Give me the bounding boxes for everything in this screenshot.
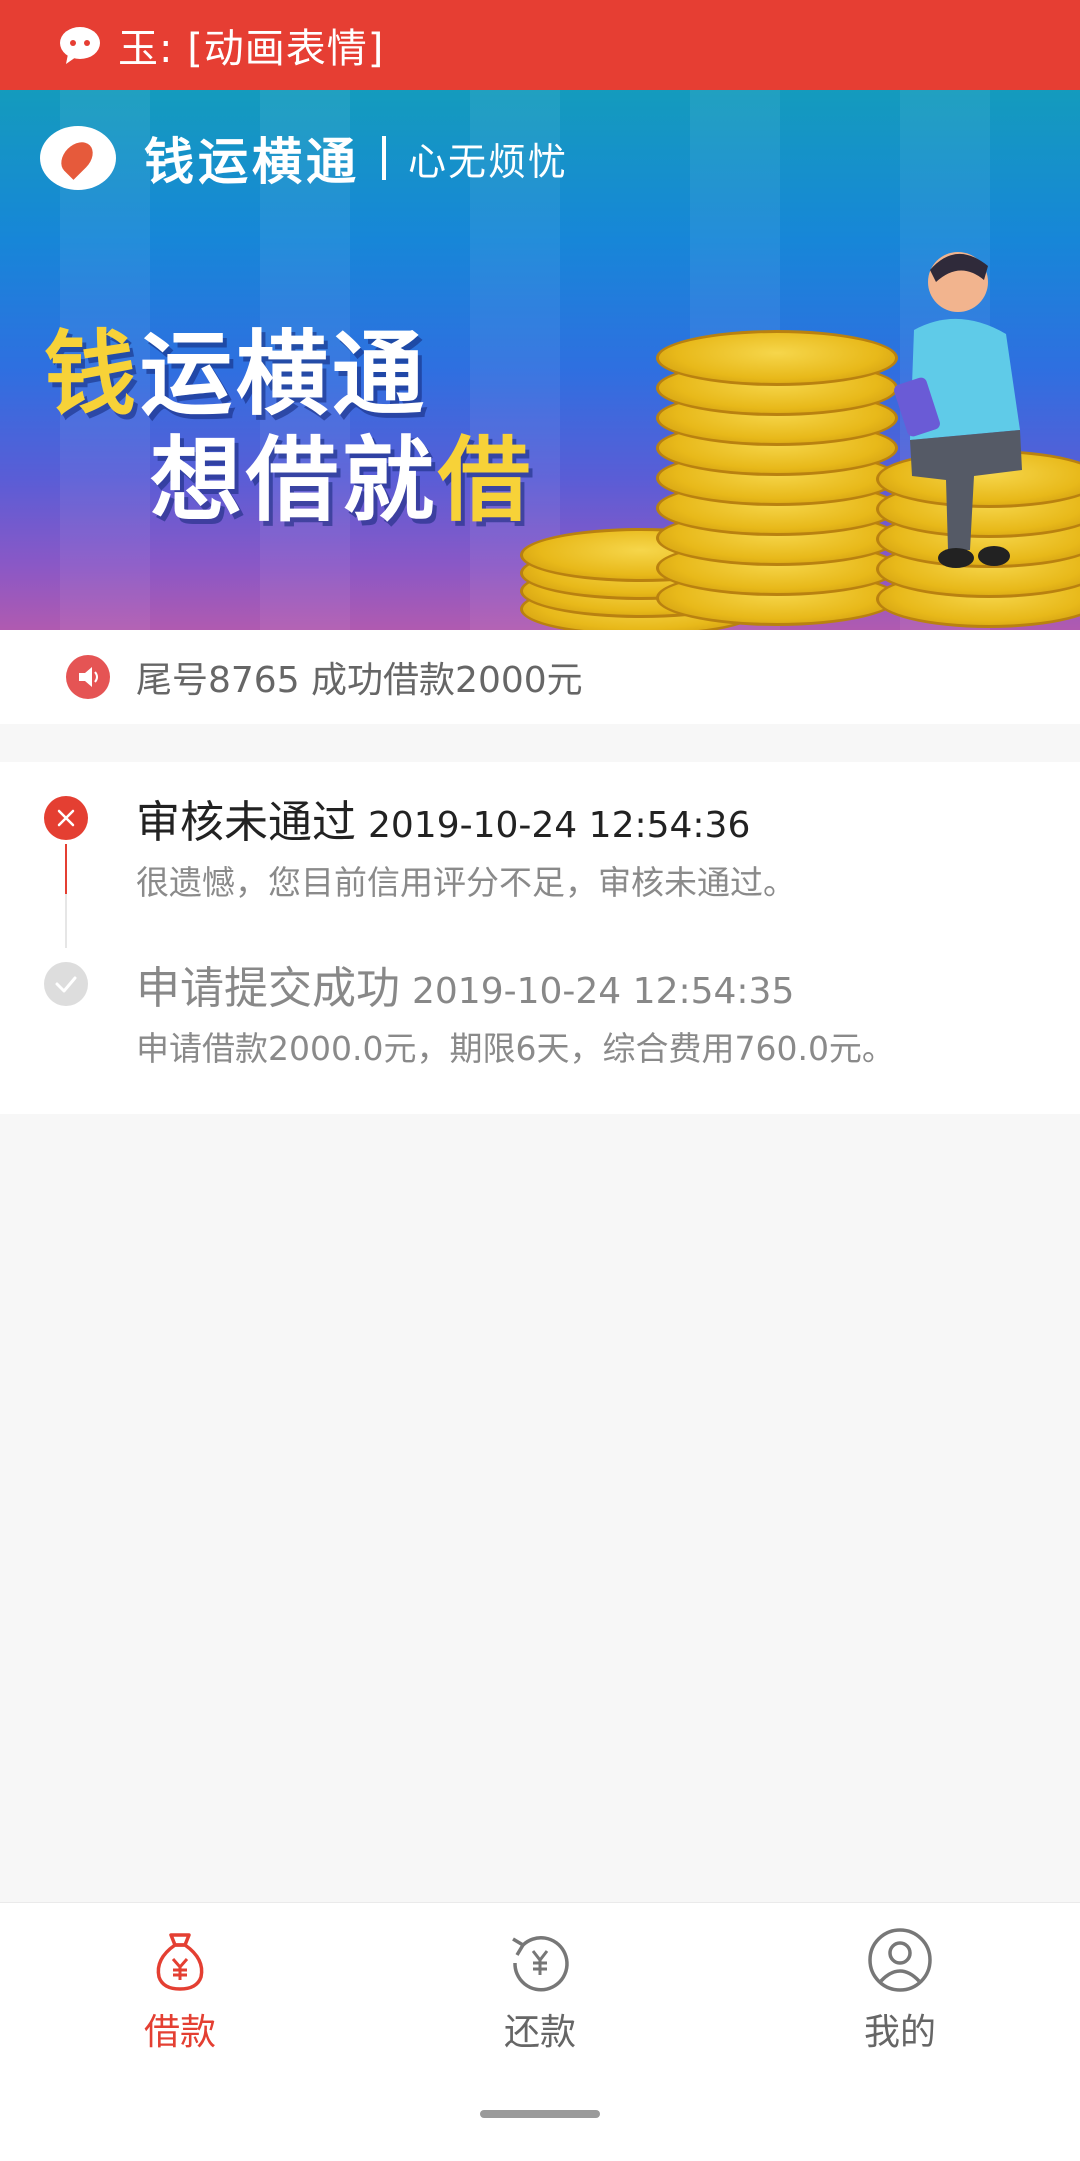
step-time: 2019-10-24 12:54:36 <box>368 805 751 846</box>
tab-label: 我的 <box>863 2012 936 2053</box>
timeline-connector <box>65 894 67 948</box>
notification-bar[interactable]: 玉: [动画表情] <box>0 0 1080 90</box>
tab-mine[interactable]: 我的 <box>720 1925 1080 2055</box>
timeline-connector <box>65 844 67 894</box>
speaker-icon <box>66 655 110 699</box>
close-icon <box>44 796 88 840</box>
headline-highlight: 钱 <box>44 321 141 428</box>
money-bag-icon <box>145 1925 215 1995</box>
headline-text: 想借就 <box>150 427 439 534</box>
headline-highlight: 借 <box>438 427 535 534</box>
brand-header: 钱运横通 心无烦忧 <box>40 122 568 194</box>
repay-icon <box>505 1925 575 1995</box>
announcement-text: 尾号8765 成功借款2000元 <box>136 660 583 701</box>
step-description: 申请借款2000.0元，期限6天，综合费用760.0元。 <box>136 1029 895 1068</box>
notification-text: 玉: [动画表情] <box>118 26 385 72</box>
brand-slogan: 心无烦忧 <box>408 139 569 184</box>
brand-name: 钱运横通 <box>144 133 360 191</box>
coin-stack-illustration <box>656 330 898 630</box>
check-icon <box>44 962 88 1006</box>
promo-banner[interactable]: 钱运横通 心无烦忧 钱运横通 想借就借 <box>0 90 1080 630</box>
tab-repay[interactable]: 还款 <box>360 1925 720 2055</box>
person-illustration <box>894 252 1022 568</box>
step-description: 很遗憾，您目前信用评分不足，审核未通过。 <box>136 863 796 902</box>
tab-borrow[interactable]: 借款 <box>0 1925 360 2055</box>
step-status: 审核未通过 <box>136 797 356 848</box>
home-indicator[interactable] <box>480 2110 600 2118</box>
bottom-tab-bar: 借款 还款 我的 <box>0 1902 1080 2161</box>
brand-divider <box>382 136 386 180</box>
banner-headline-line2: 想借就借 <box>150 406 534 539</box>
tab-label: 借款 <box>143 2012 216 2053</box>
loan-status-card: 审核未通过 2019-10-24 12:54:36 很遗憾，您目前信用评分不足，审… <box>0 762 1080 1114</box>
profile-icon <box>865 1925 935 1995</box>
tab-label: 还款 <box>503 2012 576 2053</box>
step-time: 2019-10-24 12:54:35 <box>412 971 795 1012</box>
step-status: 申请提交成功 <box>136 963 400 1014</box>
brand-logo <box>40 126 116 190</box>
wechat-icon <box>58 26 102 64</box>
announcement-bar: 尾号8765 成功借款2000元 <box>0 630 1080 724</box>
